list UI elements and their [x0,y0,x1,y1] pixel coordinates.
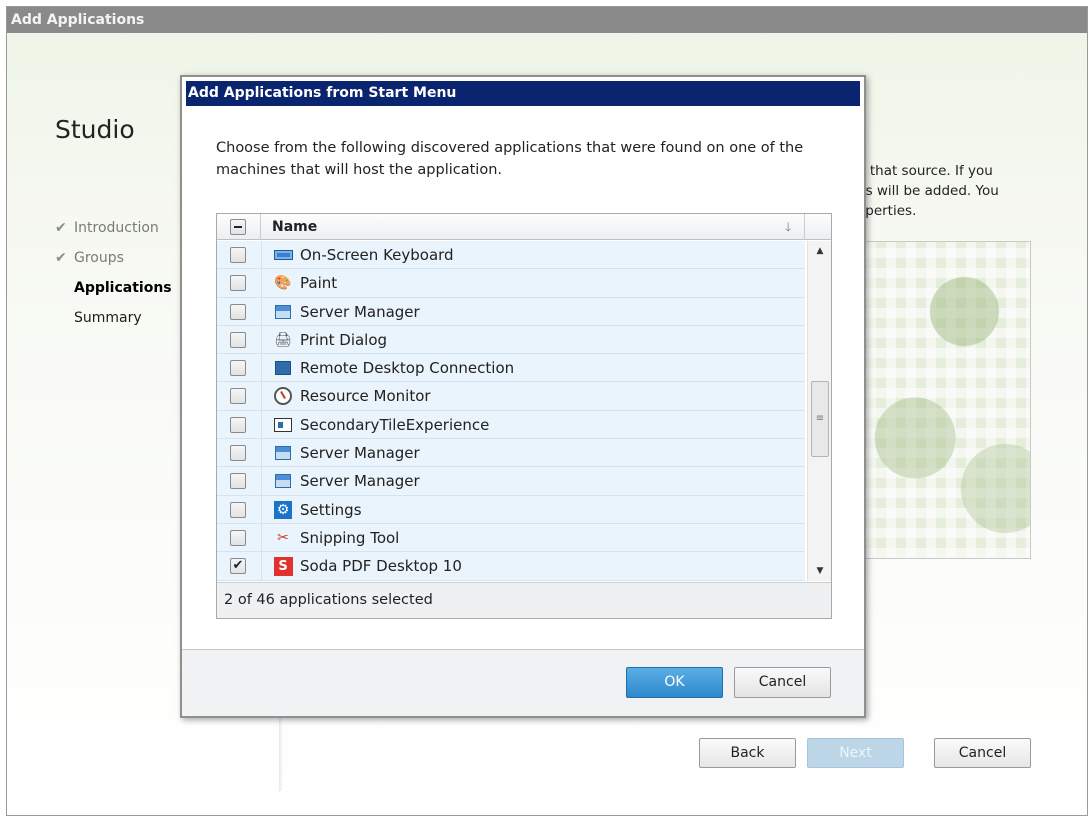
list-rows: On-Screen Keyboard 🎨 Paint Server Manage… [217,241,805,581]
list-header: Name 🡓 [217,214,831,240]
list-item[interactable]: Server Manager [217,467,805,496]
list-item[interactable]: ✂ Snipping Tool [217,523,805,553]
server-manager-icon [273,444,293,462]
applications-list: Name 🡓 On-Screen Keyboard 🎨 Paint Server… [216,213,832,619]
step-label: Groups [74,250,124,266]
step-label: Introduction [74,220,159,236]
app-name: Remote Desktop Connection [300,359,515,378]
product-name: Studio [55,115,135,144]
step-groups: ✔ Groups [55,243,172,273]
list-item[interactable]: ✔ S Soda PDF Desktop 10 [217,552,805,581]
name-column-header[interactable]: Name [272,214,317,240]
soda-pdf-icon: S [273,557,293,577]
row-checkbox[interactable] [230,473,246,490]
wizard-steps: ✔ Introduction ✔ Groups Applications Sum… [55,213,172,333]
row-checkbox[interactable] [230,445,246,462]
step-introduction: ✔ Introduction [55,213,172,243]
row-checkbox[interactable] [230,501,246,518]
row-checkbox[interactable] [230,360,246,377]
tile-icon [273,416,293,434]
dialog-titlebar: Add Applications from Start Menu [186,81,860,106]
step-label: Applications [74,280,172,296]
list-item[interactable]: SecondaryTileExperience [217,410,805,440]
help-line: ps will be added. You [857,183,999,199]
list-item[interactable]: 🖨 Print Dialog [217,325,805,355]
column-divider [804,214,805,240]
remote-desktop-icon [273,359,293,377]
wizard-titlebar: Add Applications [7,7,1087,33]
server-manager-icon [273,472,293,490]
help-line: n that source. If you [857,163,993,179]
ok-button[interactable]: OK [626,667,723,698]
dialog-cancel-button[interactable]: Cancel [734,667,831,698]
wizard-cancel-button[interactable]: Cancel [934,738,1031,768]
selection-status: 2 of 46 applications selected [217,582,831,618]
app-name: Resource Monitor [300,387,431,406]
back-button[interactable]: Back [699,738,796,768]
printer-icon: 🖨 [274,331,292,348]
divider [279,715,283,791]
row-checkbox[interactable] [230,529,246,546]
dialog-footer: OK Cancel [182,649,864,716]
list-scrollbar[interactable]: ▲ ≡ ▼ [807,241,831,581]
decorative-artwork [865,241,1031,559]
add-from-start-menu-dialog: Add Applications from Start Menu Choose … [180,75,866,718]
next-button[interactable]: Next [807,738,904,768]
scissors-icon: ✂ [277,529,289,546]
settings-gear-icon: ⚙ [273,500,293,519]
app-name: On-Screen Keyboard [300,246,454,264]
dialog-description: Choose from the following discovered app… [216,140,804,178]
list-item[interactable]: Server Manager [217,439,805,468]
select-all-checkbox[interactable] [230,219,246,235]
list-item[interactable]: Resource Monitor [217,382,805,411]
check-icon: ✔ [55,250,67,266]
app-name: Server Manager [300,472,420,491]
row-checkbox-checked[interactable]: ✔ [230,558,246,575]
app-name: Soda PDF Desktop 10 [300,557,462,576]
app-name: Snipping Tool [300,528,400,547]
server-manager-icon [273,303,293,321]
list-item[interactable]: ⚙ Settings [217,495,805,524]
help-line: operties. [857,203,917,219]
row-checkbox[interactable] [230,388,246,405]
row-checkbox[interactable] [230,303,246,320]
check-icon: ✔ [55,220,67,236]
list-item[interactable]: 🎨 Paint [217,269,805,298]
sort-arrow-icon[interactable]: 🡓 [785,214,791,240]
app-name: Server Manager [300,444,420,463]
step-label: Summary [74,310,142,326]
app-name: Server Manager [300,302,420,321]
app-name: Print Dialog [300,330,388,349]
list-item[interactable]: Server Manager [217,297,805,326]
list-item[interactable]: Remote Desktop Connection [217,354,805,383]
row-checkbox[interactable] [230,247,246,263]
scroll-thumb[interactable]: ≡ [811,381,829,457]
step-applications: Applications [55,273,172,303]
row-checkbox[interactable] [230,331,246,348]
select-all-cell [217,214,261,240]
keyboard-icon [273,246,293,264]
paint-icon: 🎨 [274,275,292,292]
app-name: Settings [300,500,362,519]
resource-monitor-icon [273,387,293,406]
scroll-up-icon[interactable]: ▲ [808,241,832,261]
app-name: SecondaryTileExperience [300,415,490,434]
step-summary: Summary [55,303,172,333]
scroll-down-icon[interactable]: ▼ [808,561,832,581]
background-help-text: n that source. If you ps will be added. … [857,161,999,221]
row-checkbox[interactable] [230,275,246,292]
list-item[interactable]: On-Screen Keyboard [217,241,805,270]
row-checkbox[interactable] [230,416,246,433]
app-name: Paint [300,274,338,293]
